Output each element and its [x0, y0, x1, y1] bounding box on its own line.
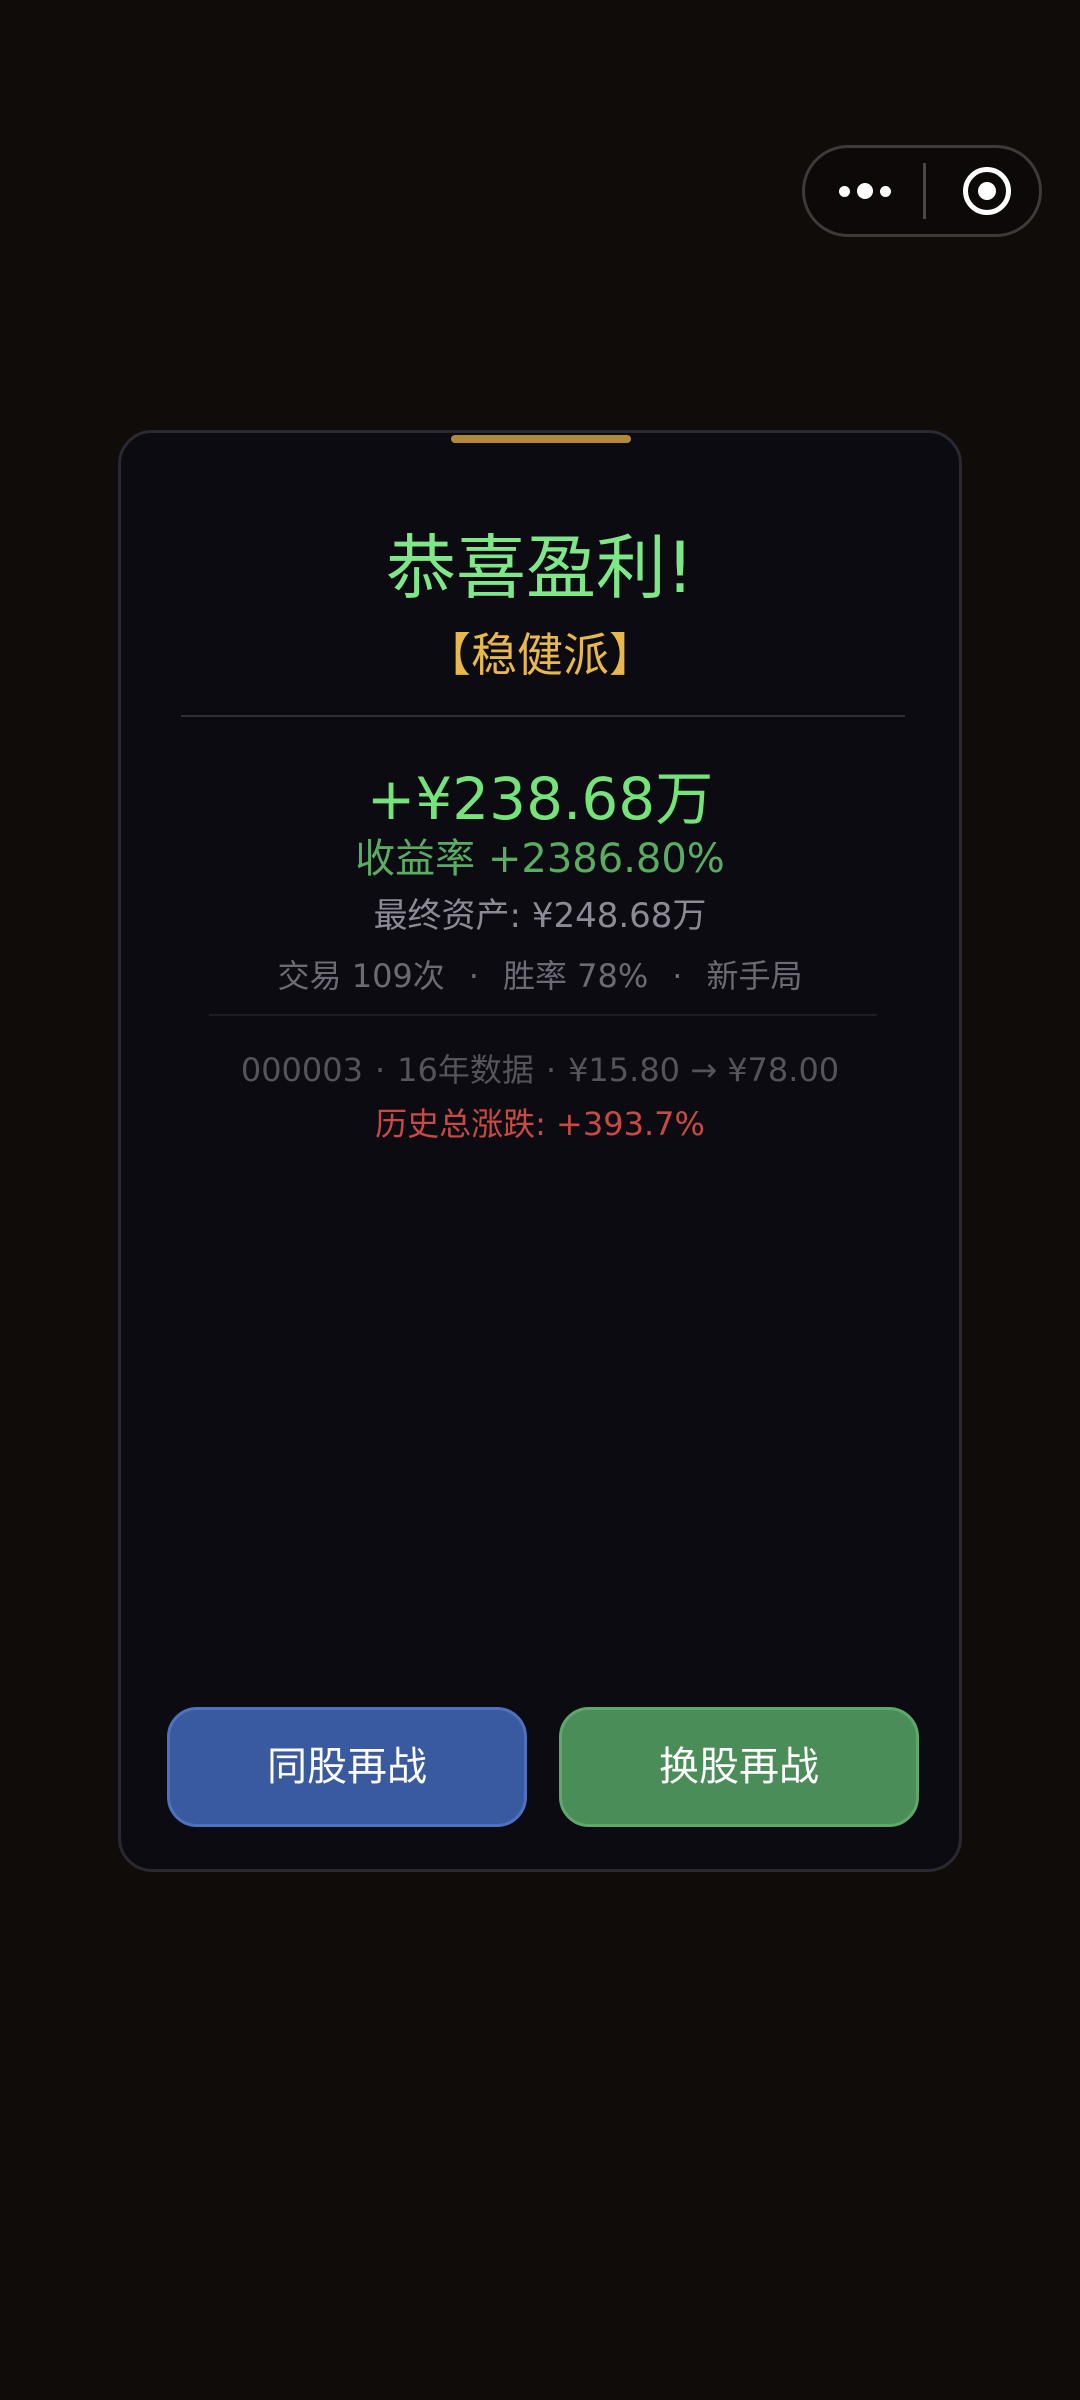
- style-badge: 【稳健派】: [425, 628, 655, 682]
- win-rate: 胜率 78%: [502, 957, 649, 995]
- trade-stats: 交易 109次 · 胜率 78% · 新手局: [121, 951, 959, 1001]
- trade-count: 交易 109次: [277, 957, 445, 995]
- return-rate: 收益率 +2386.80%: [355, 836, 725, 882]
- divider: [209, 1014, 877, 1016]
- target-circle-icon[interactable]: [963, 167, 1011, 215]
- profit-amount: +¥238.68万: [366, 765, 714, 833]
- final-assets: 最终资产: ¥248.68万: [373, 896, 707, 936]
- separator: ·: [374, 1051, 386, 1089]
- result-title: 恭喜盈利!: [385, 527, 695, 609]
- price-range: ¥15.80 → ¥78.00: [568, 1051, 840, 1089]
- miniprogram-capsule: [802, 145, 1042, 237]
- stock-info: 000003 · 16年数据 · ¥15.80 → ¥78.00: [121, 1045, 959, 1095]
- stock-code: 000003: [240, 1051, 363, 1089]
- more-dots-icon[interactable]: [805, 148, 923, 234]
- same-stock-retry-button[interactable]: 同股再战: [167, 1707, 527, 1827]
- capsule-divider: [923, 163, 926, 219]
- card-handle: [451, 435, 631, 443]
- data-years: 16年数据: [397, 1051, 534, 1089]
- history-change: 历史总涨跌: +393.7%: [375, 1105, 705, 1143]
- separator: ·: [468, 957, 479, 995]
- result-card: 恭喜盈利! 【稳健派】 +¥238.68万 收益率 +2386.80% 最终资产…: [118, 430, 962, 1872]
- switch-stock-retry-button[interactable]: 换股再战: [559, 1707, 919, 1827]
- separator: ·: [545, 1051, 557, 1089]
- divider: [181, 715, 905, 717]
- separator: ·: [672, 957, 683, 995]
- difficulty-level: 新手局: [706, 957, 803, 995]
